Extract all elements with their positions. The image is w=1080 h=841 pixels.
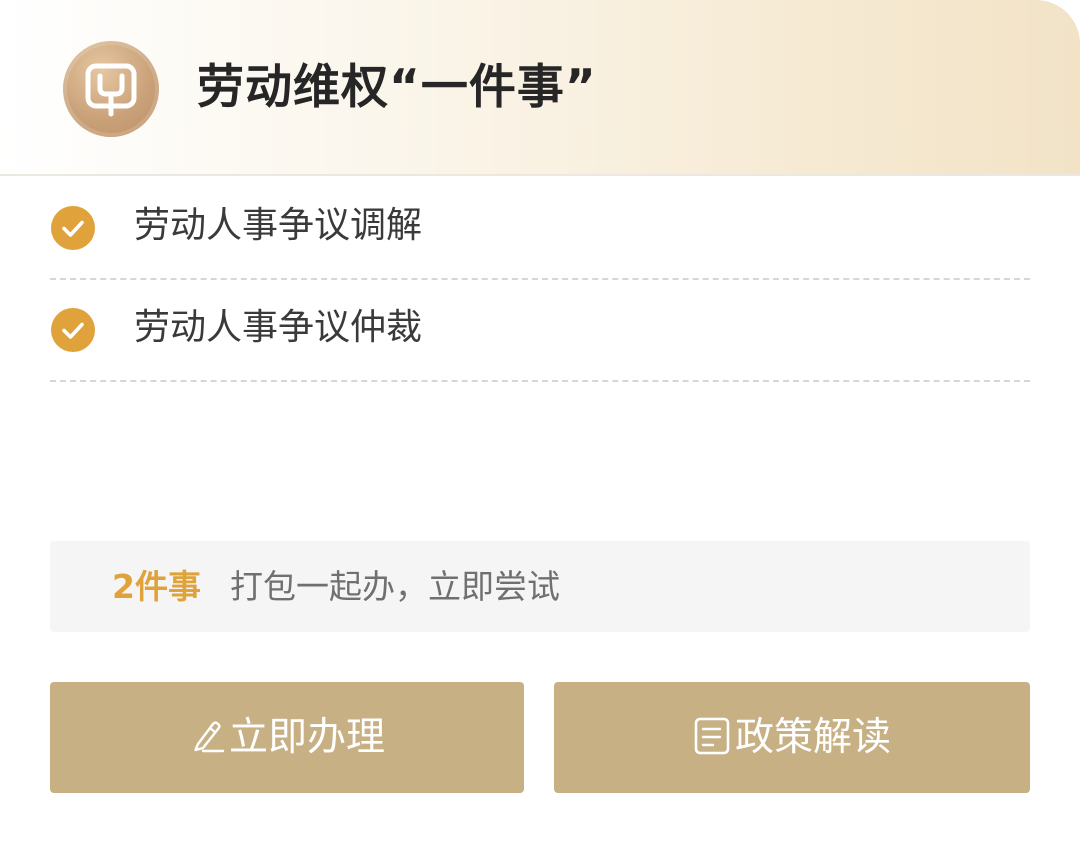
policy-interpretation-button[interactable]: 政策解读 xyxy=(554,682,1030,793)
list-item-label: 劳动人事争议仲裁 xyxy=(134,307,423,348)
plug-icon xyxy=(63,41,159,137)
apply-now-button[interactable]: 立即办理 xyxy=(50,682,524,793)
service-card: 劳动维权“一件事” 劳动人事争议调解 劳动人事争议仲裁 2件事 打包一起办，立即… xyxy=(0,0,1080,841)
policy-interpretation-label: 政策解读 xyxy=(734,714,891,760)
bundle-count: 2件事 xyxy=(112,567,201,606)
check-circle-icon xyxy=(50,205,96,251)
apply-now-label: 立即办理 xyxy=(228,714,385,760)
bundle-hint: 打包一起办，立即尝试 xyxy=(230,567,560,606)
list-item-label: 劳动人事争议调解 xyxy=(134,205,423,246)
pencil-icon xyxy=(189,716,225,760)
list-item[interactable]: 劳动人事争议调解 xyxy=(50,178,1030,280)
list-item[interactable]: 劳动人事争议仲裁 xyxy=(50,280,1030,382)
check-circle-icon xyxy=(50,307,96,353)
card-header: 劳动维权“一件事” xyxy=(0,0,1080,176)
document-icon xyxy=(693,716,731,760)
page-title: 劳动维权“一件事” xyxy=(197,60,597,115)
bundle-banner[interactable]: 2件事 打包一起办，立即尝试 xyxy=(50,541,1030,632)
